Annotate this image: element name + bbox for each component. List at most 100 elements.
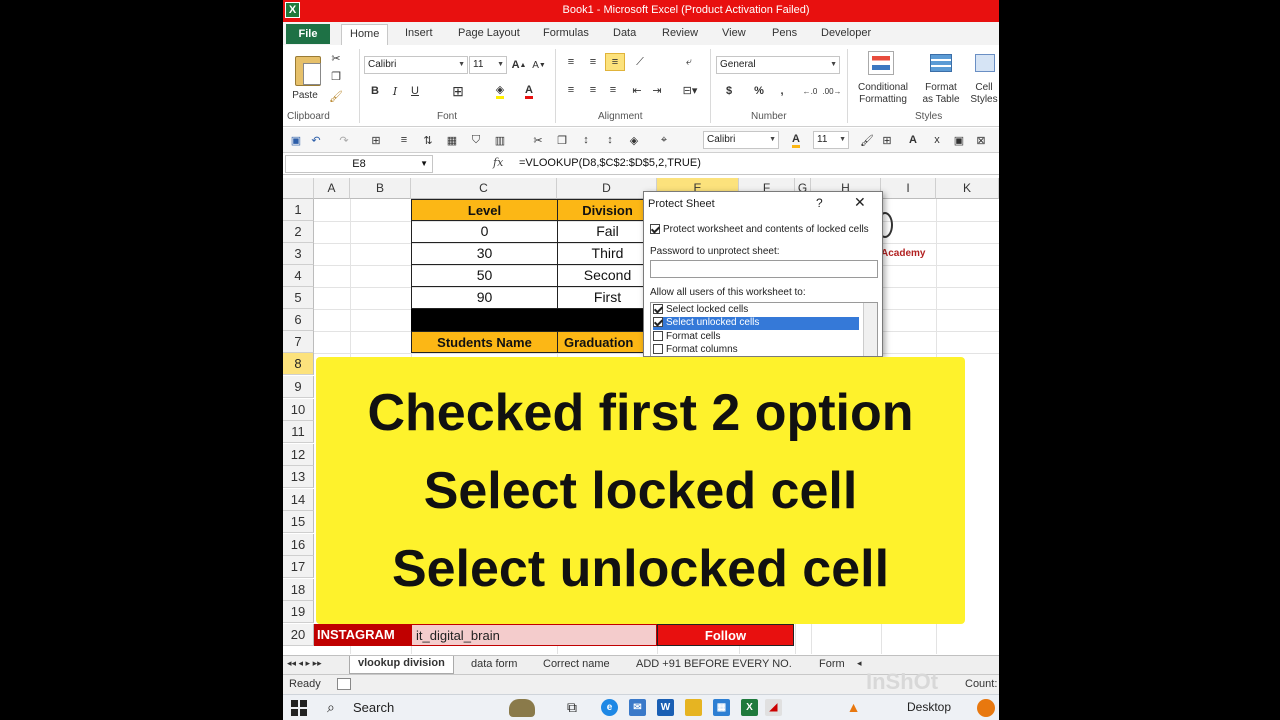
paint-qat-icon[interactable]: ⌖ — [655, 132, 673, 148]
row-header-13[interactable]: 13 — [283, 466, 314, 488]
tab-home[interactable]: Home — [341, 24, 389, 45]
borders-qat-icon[interactable]: ⊞ — [367, 132, 385, 148]
sheet-nav-icons[interactable]: ◂◂ ◂ ▸ ▸▸ — [287, 658, 322, 669]
save-qat2-icon[interactable]: ▣ — [951, 132, 967, 148]
format-painter-icon[interactable]: 🖌 — [329, 89, 343, 103]
row-header-6[interactable]: 6 — [283, 309, 314, 331]
filter-icon[interactable]: ⛉ — [467, 132, 485, 148]
macro-record-icon[interactable] — [337, 678, 351, 690]
align-center-icon[interactable]: ≡ — [585, 83, 601, 97]
name-box[interactable]: E8 ▼ — [285, 155, 433, 173]
sheet-tab-data-form[interactable]: data form — [471, 658, 517, 670]
borders-qat2-icon[interactable]: ⊞ — [879, 132, 895, 148]
column-header-d[interactable]: D — [557, 178, 657, 199]
font-color-qat-icon[interactable]: A — [787, 132, 805, 148]
decrease-decimal-icon[interactable]: .00→ — [822, 83, 841, 99]
underline-button[interactable]: U — [408, 83, 422, 99]
row-header-16[interactable]: 16 — [283, 534, 314, 556]
option-format-columns[interactable]: Format columns — [653, 344, 859, 356]
fill-color-qat-icon[interactable]: ◈ — [625, 132, 643, 148]
option-select-locked-cells[interactable]: Select locked cells — [653, 304, 859, 317]
sort-za-icon[interactable]: ↕ — [601, 132, 619, 148]
qat-font-size-select[interactable]: 11 ▼ — [813, 131, 849, 149]
tab-formulas[interactable]: Formulas — [543, 27, 589, 39]
row-header-20[interactable]: 20 — [283, 624, 314, 646]
listbox-scrollbar[interactable] — [863, 303, 877, 356]
redo-icon[interactable]: ↷ — [335, 132, 353, 148]
comma-button[interactable]: , — [777, 83, 787, 99]
taskbar-desktop-label[interactable]: Desktop — [907, 700, 951, 714]
format-as-table-icon[interactable] — [928, 51, 954, 75]
sort-az-icon[interactable]: ↕ — [577, 132, 595, 148]
password-input[interactable] — [650, 260, 878, 278]
column-header-k[interactable]: K — [936, 178, 999, 199]
copy-qat-icon[interactable]: ❐ — [553, 132, 571, 148]
tab-page-layout[interactable]: Page Layout — [458, 27, 520, 39]
table-cell[interactable]: 0 — [411, 221, 558, 243]
column-header-a[interactable]: A — [314, 178, 350, 199]
conditional-formatting-icon[interactable] — [868, 51, 894, 75]
instagram-label-cell[interactable]: INSTAGRAM — [314, 624, 411, 646]
column-header-c[interactable]: C — [411, 178, 557, 199]
instagram-handle-cell[interactable]: it_digital_brain — [411, 624, 657, 646]
row-header-12[interactable]: 12 — [283, 444, 314, 466]
row-header-17[interactable]: 17 — [283, 556, 314, 578]
align-bottom-icon[interactable]: ≡ — [605, 53, 625, 71]
sheet-tab-vlookup-division[interactable]: vlookup division — [349, 656, 454, 674]
follow-cell[interactable]: Follow — [657, 624, 794, 646]
row-header-3[interactable]: 3 — [283, 243, 314, 265]
paint-taskbar-icon[interactable]: ◢ — [765, 699, 782, 716]
option-format-cells[interactable]: Format cells — [653, 331, 859, 344]
undo-icon[interactable]: ↶ — [307, 132, 325, 148]
merge-center-icon[interactable]: ⊟▾ — [679, 83, 701, 97]
task-view-icon[interactable]: ⧉ — [567, 699, 577, 716]
notification-icon[interactable] — [977, 699, 995, 717]
column-header-i[interactable]: I — [881, 178, 936, 199]
select-all-corner[interactable] — [283, 178, 314, 199]
windows-start-icon[interactable] — [291, 700, 307, 716]
align-left-icon[interactable]: ≡ — [563, 83, 579, 97]
sheet-tab-form[interactable]: Form — [819, 658, 845, 670]
horizontal-scrollbar[interactable]: ◂ — [857, 658, 862, 669]
excel-taskbar-icon[interactable]: X — [741, 699, 758, 716]
tab-insert[interactable]: Insert — [405, 27, 433, 39]
file-explorer-icon[interactable] — [685, 699, 702, 716]
taskbar-search-label[interactable]: Search — [353, 700, 394, 715]
column-header-b[interactable]: B — [350, 178, 411, 199]
cut-icon[interactable]: ✂ — [329, 51, 343, 65]
tab-view[interactable]: View — [722, 27, 746, 39]
currency-button[interactable]: $ — [723, 83, 735, 99]
chart-qat-icon[interactable]: ▥ — [491, 132, 509, 148]
align-top-icon[interactable]: ≡ — [563, 55, 579, 69]
sort-icon[interactable]: ⇅ — [419, 132, 437, 148]
conditional-formatting-button[interactable]: Conditional Formatting — [853, 81, 913, 107]
subscript-qat-icon[interactable]: x — [929, 132, 945, 148]
search-icon[interactable]: ⌕ — [327, 699, 335, 716]
tab-review[interactable]: Review — [662, 27, 698, 39]
bold-button[interactable]: B — [368, 83, 382, 99]
grow-font-icon[interactable]: A ▲ — [512, 56, 527, 74]
insert-function-icon[interactable]: fx — [493, 156, 503, 169]
shrink-font-icon[interactable]: A ▼ — [532, 56, 546, 74]
grow-font-qat-icon[interactable]: A — [905, 132, 921, 148]
mail-icon[interactable]: ✉ — [629, 699, 646, 716]
increase-decimal-icon[interactable]: ←.0 — [801, 83, 819, 99]
table-cell[interactable]: 90 — [411, 287, 558, 309]
table-qat-icon[interactable]: ▦ — [443, 132, 461, 148]
font-name-select[interactable]: Calibri ▼ — [364, 56, 468, 74]
save-icon[interactable]: ▣ — [289, 133, 303, 147]
sheet-tab-add-91[interactable]: ADD +91 BEFORE EVERY NO. — [636, 658, 792, 670]
permissions-listbox[interactable]: Select locked cells Select unlocked cell… — [650, 302, 878, 356]
close-icon[interactable]: ✕ — [854, 194, 866, 211]
wrap-text-icon[interactable]: ⤶ — [681, 55, 697, 69]
increase-indent-icon[interactable]: ⇥ — [649, 83, 665, 97]
font-color-icon[interactable]: A — [521, 83, 537, 99]
align-qat-icon[interactable]: ≡ — [395, 132, 413, 148]
copy-icon[interactable]: ❐ — [329, 69, 343, 83]
option-select-unlocked-cells[interactable]: Select unlocked cells — [653, 317, 859, 330]
cell-styles-icon[interactable] — [973, 51, 997, 75]
fill-color-icon[interactable]: ◈ — [492, 83, 508, 99]
row-header-2[interactable]: 2 — [283, 221, 314, 243]
row-header-4[interactable]: 4 — [283, 265, 314, 287]
orientation-icon[interactable]: ⟋ — [631, 55, 649, 69]
